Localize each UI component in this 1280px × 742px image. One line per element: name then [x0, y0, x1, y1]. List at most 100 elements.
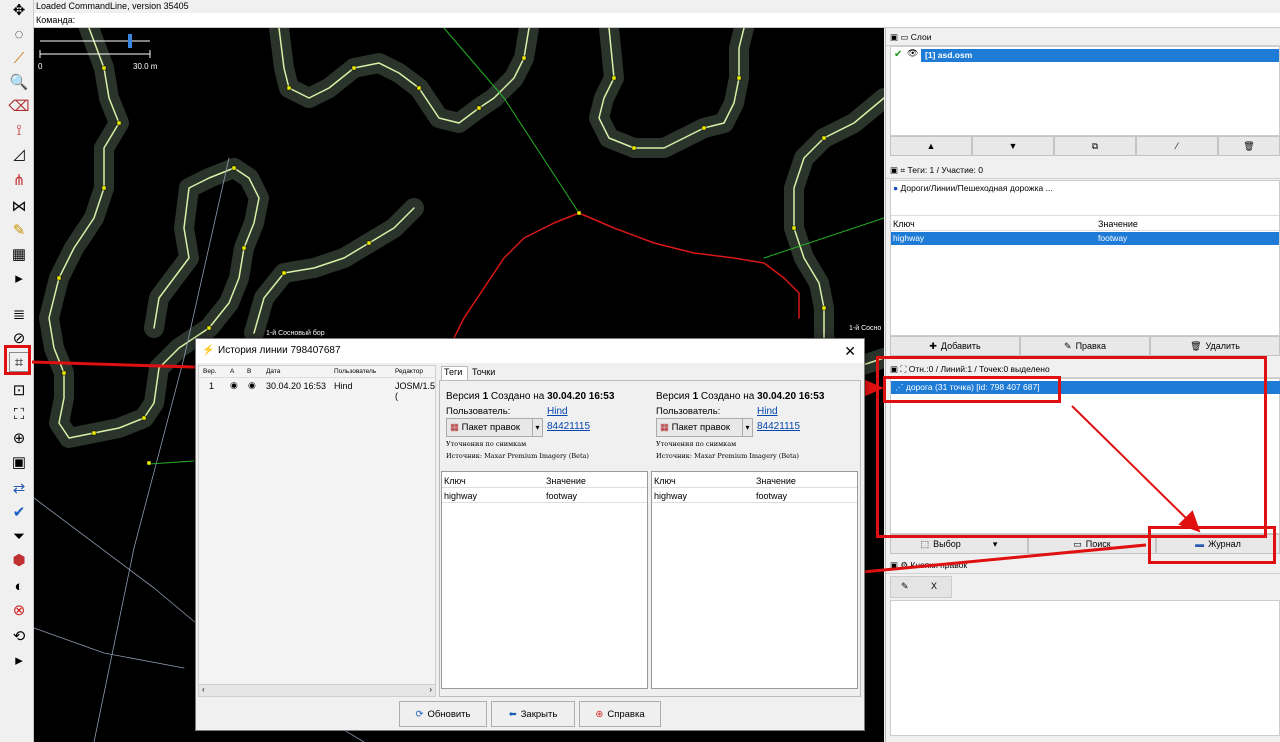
changeset-dropdown-left[interactable]: ▾ [532, 418, 543, 437]
validator-icon[interactable]: ✔ [9, 502, 29, 522]
tags-panel-body: ● Дороги/Линии/Пешеходная дорожка ... Кл… [890, 180, 1280, 336]
layer-name: asd.osm [937, 50, 973, 60]
help-icon: ⊛ [595, 708, 604, 720]
split-tool-icon[interactable]: ⟟ [9, 120, 29, 140]
pencil-tool-icon[interactable]: ✎ [9, 220, 29, 240]
filter-icon[interactable]: ⊕ [9, 428, 29, 448]
toolbar-highlight [4, 345, 31, 375]
layer-up-button[interactable]: ▲ [890, 136, 972, 156]
scroll-right-icon[interactable]: › [429, 685, 432, 694]
scroll-left-icon[interactable]: ‹ [202, 685, 205, 694]
radio-a[interactable]: ◉ [230, 380, 238, 391]
more-tools-icon[interactable]: ▸ [9, 268, 29, 288]
version-editor: JOSM/1.5 ( [395, 381, 436, 401]
layers-list[interactable]: [1] asd.osm ✔ 👁 [890, 46, 1280, 136]
select-tool-icon[interactable]: ✥ [9, 0, 29, 20]
relations-icon[interactable]: ⛶ [9, 404, 29, 424]
version-list[interactable]: Вер. A B Дата Пользователь Редактор 1 ◉ … [198, 365, 436, 697]
layer-toggle-button[interactable]: ⁄ [1136, 136, 1218, 156]
version-row[interactable]: 1 ◉ ◉ 30.04.20 16:53 Hind JOSM/1.5 ( [199, 380, 435, 401]
draw-tool-icon[interactable]: ⟋ [9, 48, 29, 68]
zoom-tool-icon[interactable]: 🔍 [9, 72, 29, 92]
more-panels-icon[interactable]: ▸ [9, 650, 29, 670]
filter-funnel-icon[interactable]: ⏷ [9, 526, 29, 546]
bottom-btn-2[interactable]: X [931, 581, 937, 591]
history-dialog: ⚡ История линии 798407687 ✕ Вер. A B Дат… [195, 338, 865, 731]
place-label-1: 1-й Сосновый бор [266, 329, 325, 337]
preset-link[interactable]: ● Дороги/Линии/Пешеходная дорожка ... [893, 183, 1053, 193]
preset-icon: ● [893, 183, 899, 193]
bottom-btn-1[interactable]: ✎ [901, 581, 909, 592]
layers-toggle-icon[interactable]: ≣ [9, 304, 29, 324]
tag-add-button[interactable]: ✚ Добавить [890, 336, 1020, 356]
changeset-button-right[interactable]: ▦ Пакет правок [656, 418, 743, 437]
layer-delete-button[interactable]: 🗑 [1218, 136, 1280, 156]
building-tool-icon[interactable]: ▦ [9, 244, 29, 264]
changeset-link-left[interactable]: 84421115 [547, 421, 590, 432]
tags-table-right-row[interactable]: highway footway [652, 490, 857, 503]
radio-b[interactable]: ◉ [248, 380, 256, 391]
annotation-item-box [883, 376, 1061, 403]
changeset-icon[interactable]: ⇄ [9, 478, 29, 498]
plus-icon: ✚ [929, 340, 937, 351]
toggle-visibility-icon: ⁄ [1176, 141, 1178, 151]
horizontal-scrollbar[interactable]: ‹ › [199, 684, 435, 696]
layer-down-button[interactable]: ▼ [972, 136, 1054, 156]
delete-tool-icon[interactable]: ⌫ [8, 96, 29, 116]
search-icon: ▭ [1073, 538, 1082, 549]
layer-row[interactable]: [1] asd.osm [921, 49, 1279, 62]
improve-way-icon[interactable]: ⋔ [9, 170, 29, 190]
tags-table-left: Ключ Значение highway footway [441, 471, 648, 689]
tags-table-right-header: Ключ Значение [652, 472, 857, 488]
tags-table-header: Ключ Значение [891, 215, 1279, 231]
place-label-2: 1-й Сосно [849, 324, 881, 332]
tag-delete-button[interactable]: 🗑 Удалить [1150, 336, 1280, 356]
dialog-title: История линии 798407687 [218, 345, 341, 356]
version-header-left: Версия 1 Создано на 30.04.20 16:53 [446, 391, 615, 402]
image-icon[interactable]: ▣ [9, 452, 29, 472]
close-arrow-icon: ⬅ [508, 708, 517, 720]
tab-nodes[interactable]: Точки [470, 367, 502, 380]
bottom-panel-body [890, 600, 1280, 736]
tab-tags[interactable]: Теги [441, 366, 468, 380]
version-pane-right: Версия 1 Создано на 30.04.20 16:53 Польз… [651, 389, 861, 689]
source-right: Источник: Maxar Premium Imagery (Beta) [656, 452, 799, 460]
changeset-button-left[interactable]: ▦ Пакет правок [446, 418, 533, 437]
user-link-right[interactable]: Hind [757, 406, 778, 417]
tags-panel-header[interactable]: ▣ ⌗ Теги: 1 / Участие: 0 [886, 163, 1280, 179]
command-label: Команда: [36, 15, 76, 25]
chevron-down-icon: ▾ [992, 538, 998, 549]
command-line[interactable]: Команда: [34, 13, 1280, 28]
changeset-link-right[interactable]: 84421115 [757, 421, 800, 432]
changeset-icon: ▦ [450, 422, 459, 433]
mapcss-icon[interactable]: ⬢ [9, 550, 29, 570]
lasso-tool-icon[interactable]: ◌ [9, 24, 29, 44]
user-link-left[interactable]: Hind [547, 406, 568, 417]
scale-start-label: 0 [38, 62, 43, 71]
layer-merge-button[interactable]: ⧉ [1054, 136, 1136, 156]
comment-left: Уточнения по снимкам [446, 440, 527, 448]
help-button[interactable]: ⊛ Справка [579, 701, 661, 727]
palette-icon[interactable]: ◐ [9, 576, 29, 596]
close-button[interactable]: ⬅ Закрыть [491, 701, 575, 727]
annotation-history-box [1148, 526, 1276, 564]
extrude-tool-icon[interactable]: ⋈ [9, 196, 29, 216]
layer-visible-icon[interactable]: 👁 [907, 48, 918, 59]
parallel-tool-icon[interactable]: ◿ [9, 144, 29, 164]
notes-icon[interactable]: ⊗ [9, 600, 29, 620]
close-icon[interactable]: ✕ [844, 339, 856, 363]
layers-title: Слои [910, 32, 932, 42]
version-number: 1 [209, 381, 215, 391]
tags-table-left-row[interactable]: highway footway [442, 490, 647, 503]
tag-edit-button[interactable]: ✎ Правка [1020, 336, 1150, 356]
selection-list-icon[interactable]: ⊡ [9, 380, 29, 400]
changeset-dropdown-right[interactable]: ▾ [742, 418, 753, 437]
tags-table-row[interactable]: highway footway [891, 232, 1279, 245]
tags-title: Теги: 1 / Участие: 0 [907, 165, 983, 175]
layers-panel-header[interactable]: ▣ ▭ Слои [886, 30, 1280, 46]
tag-key: highway [893, 233, 925, 243]
history-tool-icon[interactable]: ⟲ [9, 626, 29, 646]
refresh-button[interactable]: ⟳ Обновить [399, 701, 487, 727]
version-date: 30.04.20 16:53 [266, 381, 327, 391]
changeset-icon: ▦ [660, 422, 669, 433]
